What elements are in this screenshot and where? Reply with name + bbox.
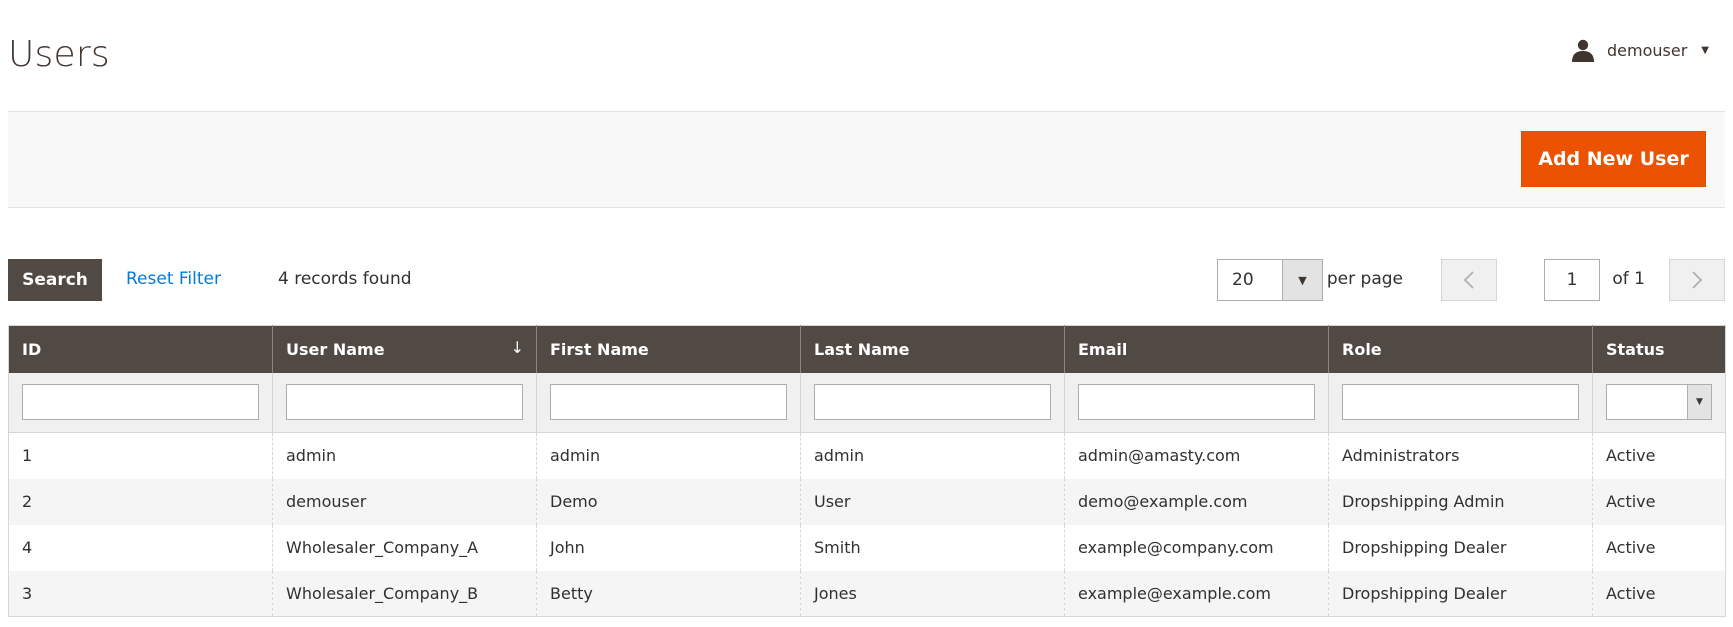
cell-id: 1 <box>8 432 273 479</box>
cell-status: Active <box>1592 570 1726 617</box>
grid-body: 1 admin admin admin admin@amasty.com Adm… <box>8 432 1726 617</box>
table-row[interactable]: 4 Wholesaler_Company_A John Smith exampl… <box>8 524 1726 571</box>
cell-status: Active <box>1606 538 1656 557</box>
cell-last-name: Jones <box>800 570 1065 617</box>
column-header-status[interactable]: Status <box>1592 325 1726 373</box>
cell-email: example@company.com <box>1064 524 1329 571</box>
account-username: demouser <box>1607 40 1688 60</box>
users-grid: ID User Name ↓ First Name Last Name Email… <box>8 325 1726 617</box>
cell-first-name: John <box>536 524 801 571</box>
cell-user-name: Wholesaler_Company_A <box>272 524 537 571</box>
filter-role-input[interactable] <box>1342 384 1579 421</box>
column-header-role[interactable]: Role <box>1328 325 1593 373</box>
cell-role: Administrators <box>1328 432 1593 479</box>
reset-filter-link[interactable]: Reset Filter <box>126 269 221 289</box>
cell-user-name: admin <box>272 432 537 479</box>
per-page-select[interactable]: 20 ▼ <box>1217 259 1323 301</box>
chevron-left-icon <box>1463 271 1474 289</box>
records-found: 4 records found <box>278 269 412 289</box>
add-new-user-button[interactable]: Add New User <box>1521 131 1706 187</box>
cell-last-name: Smith <box>800 524 1065 571</box>
column-header-last-name[interactable]: Last Name <box>800 325 1065 373</box>
cell-status: Active <box>1592 478 1726 525</box>
table-row[interactable]: 2 demouser Demo User demo@example.com Dr… <box>8 478 1726 525</box>
chevron-right-icon <box>1692 271 1703 289</box>
cell-email: admin@amasty.com <box>1064 432 1329 479</box>
page-title: Users <box>8 34 110 75</box>
page-actions-bar: Add New User <box>8 111 1725 208</box>
account-menu[interactable]: demouser ▼ <box>1571 38 1709 62</box>
filter-status-select[interactable]: ▼ <box>1606 384 1712 421</box>
table-row[interactable]: 1 admin admin admin admin@amasty.com Adm… <box>8 432 1726 479</box>
filter-last-name-input[interactable] <box>814 384 1051 421</box>
next-page-button[interactable] <box>1669 259 1725 301</box>
column-header-first-name[interactable]: First Name <box>536 325 801 373</box>
cell-id: 2 <box>8 478 273 525</box>
cell-first-name: Demo <box>536 478 801 525</box>
cell-user-name: Wholesaler_Company_B <box>272 570 537 617</box>
per-page-value: 20 <box>1232 270 1254 290</box>
search-button[interactable]: Search <box>8 259 102 301</box>
caret-down-icon: ▼ <box>1701 44 1709 56</box>
cell-last-name: User <box>800 478 1065 525</box>
cell-user-name: demouser <box>272 478 537 525</box>
per-page-label: per page <box>1326 269 1403 289</box>
cell-role: Dropshipping Admin <box>1328 478 1593 525</box>
cell-email: example@example.com <box>1064 570 1329 617</box>
filter-row: ▼ <box>8 372 1726 433</box>
cell-first-name: admin <box>536 432 801 479</box>
column-header-id[interactable]: ID <box>8 325 273 373</box>
cell-status: Active <box>1606 446 1656 466</box>
cell-first-name: Betty <box>536 570 801 617</box>
filter-id-input[interactable] <box>22 384 259 421</box>
chevron-down-icon[interactable]: ▼ <box>1282 260 1322 300</box>
chevron-down-icon: ▼ <box>1687 385 1711 420</box>
cell-id: 3 <box>8 570 273 617</box>
cell-role: Dropshipping Dealer <box>1328 524 1593 571</box>
cell-role: Dropshipping Dealer <box>1328 570 1593 617</box>
header-row: ID User Name ↓ First Name Last Name Email… <box>8 325 1726 373</box>
total-pages-label: of 1 <box>1612 269 1645 289</box>
page-number-input[interactable]: 1 <box>1544 259 1600 301</box>
filter-email-input[interactable] <box>1078 384 1315 421</box>
column-header-email[interactable]: Email <box>1064 325 1329 373</box>
previous-page-button[interactable] <box>1441 259 1497 301</box>
filter-user-name-input[interactable] <box>286 384 523 421</box>
filter-first-name-input[interactable] <box>550 384 787 421</box>
user-icon <box>1571 38 1595 62</box>
cell-id: 4 <box>8 524 273 571</box>
column-header-user-name[interactable]: User Name ↓ <box>272 325 537 373</box>
grid-controls: Search Reset Filter 4 records found 20 ▼… <box>8 259 1725 301</box>
sort-arrow-icon: ↓ <box>510 338 524 357</box>
table-row[interactable]: 3 Wholesaler_Company_B Betty Jones examp… <box>8 570 1726 617</box>
cell-last-name: admin <box>800 432 1065 479</box>
cell-email: demo@example.com <box>1064 478 1329 525</box>
